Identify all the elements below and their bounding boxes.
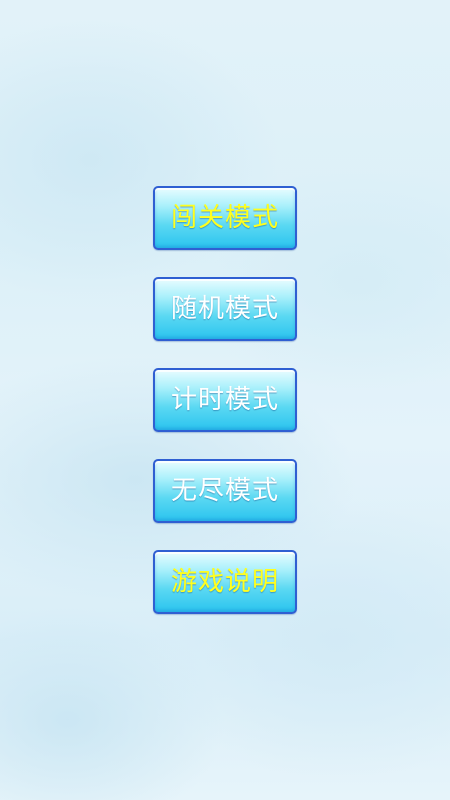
game-instructions-label: 游戏说明 (170, 567, 279, 597)
random-mode-label: 随机模式 (170, 294, 279, 324)
timed-mode-button[interactable]: 计时模式 (153, 368, 297, 432)
game-instructions-button[interactable]: 游戏说明 (153, 550, 297, 614)
timed-mode-label: 计时模式 (170, 385, 279, 415)
main-menu: 闯关模式 随机模式 计时模式 无尽模式 游戏说明 (153, 186, 297, 641)
level-mode-button[interactable]: 闯关模式 (153, 186, 297, 250)
random-mode-button[interactable]: 随机模式 (153, 277, 297, 341)
endless-mode-label: 无尽模式 (170, 476, 279, 506)
level-mode-label: 闯关模式 (170, 203, 279, 233)
endless-mode-button[interactable]: 无尽模式 (153, 459, 297, 523)
